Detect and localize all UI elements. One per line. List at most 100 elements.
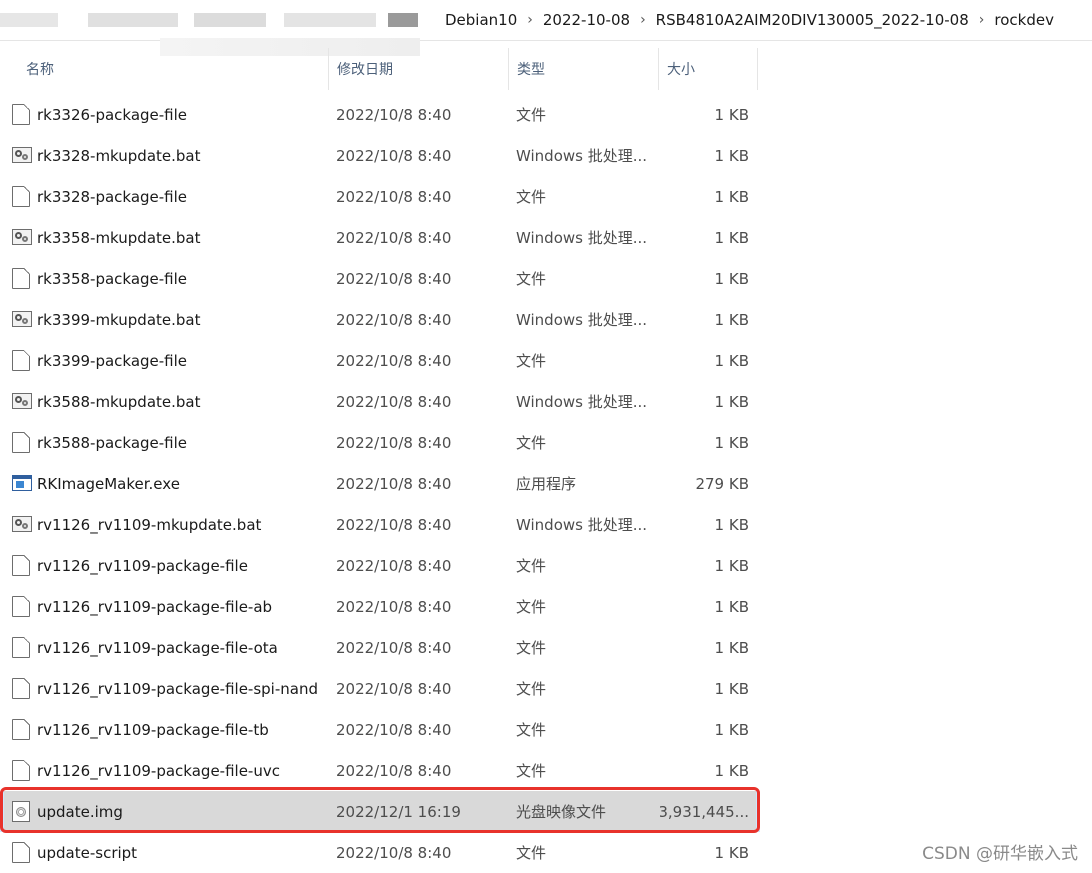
- file-row[interactable]: rk3588-mkupdate.bat 2022/10/8 8:40 Windows…: [0, 381, 760, 422]
- watermark: CSDN @研华嵌入式: [922, 844, 1078, 864]
- file-date-modified: 2022/10/8 8:40: [336, 679, 452, 698]
- column-name[interactable]: 名称: [18, 48, 328, 90]
- file-size: 1 KB: [714, 679, 749, 698]
- column-date-modified[interactable]: 修改日期: [328, 48, 508, 90]
- file-type: 文件: [516, 680, 547, 698]
- file-size: 1 KB: [714, 351, 749, 370]
- chevron-right-icon[interactable]: ›: [640, 12, 646, 28]
- file-name: rv1126_rv1109-package-file-tb: [37, 720, 269, 739]
- file-row[interactable]: rk3399-package-file 2022/10/8 8:40 文件 1 KB: [0, 340, 760, 381]
- file-icon: [12, 555, 30, 576]
- file-row[interactable]: rk3358-mkupdate.bat 2022/10/8 8:40 Windows…: [0, 217, 760, 258]
- file-type: 文件: [516, 557, 547, 575]
- file-type: 文件: [516, 270, 547, 288]
- file-row[interactable]: rk3399-mkupdate.bat 2022/10/8 8:40 Windows…: [0, 299, 760, 340]
- column-type[interactable]: 类型: [508, 48, 658, 90]
- file-size: 1 KB: [714, 310, 749, 329]
- file-date-modified: 2022/10/8 8:40: [336, 310, 452, 329]
- file-date-modified: 2022/10/8 8:40: [336, 843, 452, 862]
- file-row[interactable]: rk3358-package-file 2022/10/8 8:40 文件 1 KB: [0, 258, 760, 299]
- column-name-label: 名称: [26, 62, 54, 78]
- file-row[interactable]: RKImageMaker.exe 2022/10/8 8:40 应用程序 279 KB: [0, 463, 760, 504]
- file-row[interactable]: rk3328-mkupdate.bat 2022/10/8 8:40 Windows…: [0, 135, 760, 176]
- file-size: 1 KB: [714, 556, 749, 575]
- file-name: rv1126_rv1109-package-file-spi-nand: [37, 679, 318, 698]
- file-type: 文件: [516, 106, 547, 124]
- file-name: rk3328-package-file: [37, 187, 188, 206]
- file-name: rk3399-mkupdate.bat: [37, 310, 201, 329]
- file-date-modified: 2022/10/8 8:40: [336, 105, 452, 124]
- file-row[interactable]: rk3328-package-file 2022/10/8 8:40 文件 1 KB: [0, 176, 760, 217]
- file-type: 应用程序: [516, 475, 577, 493]
- column-size-label: 大小: [667, 62, 695, 78]
- file-size: 279 KB: [695, 474, 749, 493]
- file-row[interactable]: rv1126_rv1109-mkupdate.bat 2022/10/8 8:40…: [0, 504, 760, 545]
- file-icon: [12, 719, 30, 740]
- file-name: rk3399-package-file: [37, 351, 188, 370]
- file-size: 1 KB: [714, 843, 749, 862]
- file-type: Windows 批处理...: [516, 311, 648, 329]
- column-header: 名称 修改日期 类型 大小: [0, 48, 760, 90]
- file-type: 光盘映像文件: [516, 803, 607, 821]
- file-date-modified: 2022/12/1 16:19: [336, 802, 461, 821]
- file-name: rk3358-package-file: [37, 269, 188, 288]
- file-name: update.img: [37, 802, 123, 821]
- file-size: 3,931,445...: [660, 802, 749, 821]
- column-date-label: 修改日期: [337, 62, 393, 78]
- file-row[interactable]: rv1126_rv1109-package-file 2022/10/8 8:40…: [0, 545, 760, 586]
- file-date-modified: 2022/10/8 8:40: [336, 761, 452, 780]
- file-date-modified: 2022/10/8 8:40: [336, 351, 452, 370]
- file-name: rv1126_rv1109-package-file-ota: [37, 638, 278, 657]
- file-type: 文件: [516, 639, 547, 657]
- file-date-modified: 2022/10/8 8:40: [336, 269, 452, 288]
- file-row[interactable]: update.img 2022/12/1 16:19 光盘映像文件 3,931,445…: [0, 787, 760, 833]
- file-type: 文件: [516, 721, 547, 739]
- file-name: rk3326-package-file: [37, 105, 188, 124]
- file-size: 1 KB: [714, 392, 749, 411]
- file-size: 1 KB: [714, 105, 749, 124]
- file-date-modified: 2022/10/8 8:40: [336, 187, 452, 206]
- file-size: 1 KB: [714, 146, 749, 165]
- file-type: 文件: [516, 352, 547, 370]
- file-row[interactable]: rv1126_rv1109-package-file-spi-nand 2022/…: [0, 668, 760, 709]
- file-name: rk3588-mkupdate.bat: [37, 392, 201, 411]
- column-type-label: 类型: [517, 62, 545, 78]
- file-row[interactable]: rv1126_rv1109-package-file-ota 2022/10/8 …: [0, 627, 760, 668]
- file-row[interactable]: rk3588-package-file 2022/10/8 8:40 文件 1 KB: [0, 422, 760, 463]
- file-row[interactable]: rk3326-package-file 2022/10/8 8:40 文件 1 KB: [0, 94, 760, 135]
- file-list: rk3326-package-file 2022/10/8 8:40 文件 1 KB r…: [0, 94, 760, 873]
- file-size: 1 KB: [714, 269, 749, 288]
- breadcrumb-item[interactable]: rockdev: [994, 9, 1054, 31]
- chevron-right-icon[interactable]: ›: [979, 12, 985, 28]
- file-icon: [12, 104, 30, 125]
- file-row[interactable]: rv1126_rv1109-package-file-tb 2022/10/8 8…: [0, 709, 760, 750]
- file-date-modified: 2022/10/8 8:40: [336, 638, 452, 657]
- file-name: rk3588-package-file: [37, 433, 188, 452]
- batch-file-icon: [12, 229, 32, 245]
- file-size: 1 KB: [714, 638, 749, 657]
- file-type: 文件: [516, 188, 547, 206]
- file-date-modified: 2022/10/8 8:40: [336, 556, 452, 575]
- column-size[interactable]: 大小: [658, 48, 758, 90]
- batch-file-icon: [12, 147, 32, 163]
- file-date-modified: 2022/10/8 8:40: [336, 720, 452, 739]
- breadcrumb-item[interactable]: 2022-10-08: [543, 9, 630, 31]
- file-type: 文件: [516, 844, 547, 862]
- chevron-right-icon[interactable]: ›: [527, 12, 533, 28]
- file-icon: [12, 432, 30, 453]
- file-row[interactable]: rv1126_rv1109-package-file-ab 2022/10/8 8…: [0, 586, 760, 627]
- file-date-modified: 2022/10/8 8:40: [336, 515, 452, 534]
- disc-image-icon: [12, 801, 30, 822]
- file-name: rv1126_rv1109-package-file-uvc: [37, 761, 280, 780]
- breadcrumb-item[interactable]: Debian10: [445, 9, 517, 31]
- file-row[interactable]: rv1126_rv1109-package-file-uvc 2022/10/8 …: [0, 750, 760, 791]
- redacted-path-segment: [0, 0, 440, 56]
- file-type: Windows 批处理...: [516, 147, 648, 165]
- breadcrumb-item[interactable]: RSB4810A2AIM20DIV130005_2022-10-08: [656, 9, 969, 31]
- file-icon: [12, 186, 30, 207]
- file-row[interactable]: update-script 2022/10/8 8:40 文件 1 KB: [0, 832, 760, 873]
- address-bar[interactable]: Debian10 › 2022-10-08 › RSB4810A2AIM20DIV130…: [0, 0, 1092, 56]
- file-date-modified: 2022/10/8 8:40: [336, 392, 452, 411]
- file-size: 1 KB: [714, 433, 749, 452]
- file-size: 1 KB: [714, 597, 749, 616]
